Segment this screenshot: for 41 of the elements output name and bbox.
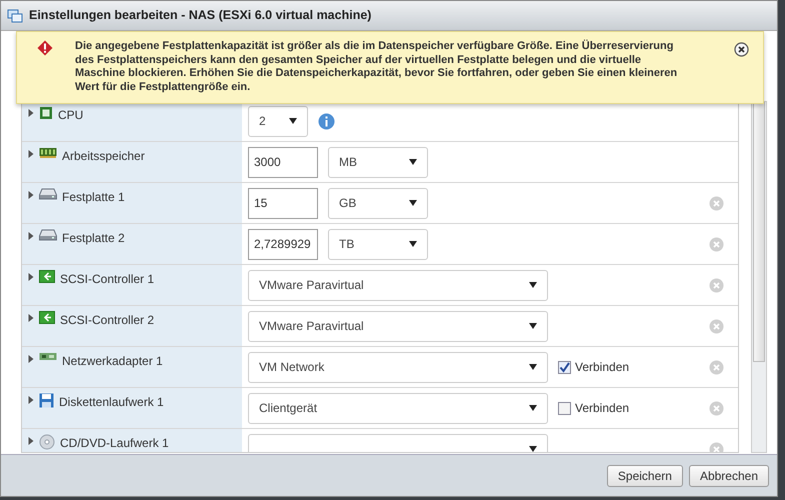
device-label: Arbeitsspeicher xyxy=(62,148,145,165)
type-dropdown[interactable]: VMware Paravirtual xyxy=(248,310,548,342)
expand-arrow-icon[interactable] xyxy=(28,314,34,322)
device-label: Festplatte 2 xyxy=(62,230,125,247)
device-label: Festplatte 1 xyxy=(62,189,125,206)
unit-dropdown[interactable]: TB xyxy=(328,228,428,260)
unit-dropdown[interactable]: MB xyxy=(328,146,428,178)
device-label: CPU xyxy=(58,107,84,124)
cpu-count-dropdown[interactable]: 2 xyxy=(248,106,308,136)
expand-arrow-icon[interactable] xyxy=(28,232,34,240)
device-label: SCSI-Controller 2 xyxy=(60,312,154,329)
size-input[interactable]: 15 xyxy=(248,188,318,218)
unit-dropdown[interactable]: GB xyxy=(328,188,428,218)
info-icon[interactable] xyxy=(318,112,335,130)
connect-checkbox[interactable]: Verbinden xyxy=(558,399,630,417)
window-icon xyxy=(7,8,23,22)
warning-message: Die angegebene Festplattenkapazität ist größer als die im Datenspeicher verfügbare Größe. Eine Überreservierung des Festplattenspeichers kann den gesamten Speicher auf der virtuellen Festplatte belegen und die virtuelle Maschine blockieren. Erhöhen Sie die Datenspeicherkapazität, bevor Sie fortfahren, oder geben Sie einen kleineren Wert für die Festplattengröße ein. xyxy=(75,40,678,94)
size-input[interactable]: 2,7289929 xyxy=(248,228,318,260)
checkmark-icon xyxy=(559,362,570,372)
type-dropdown[interactable]: VMware Paravirtual xyxy=(248,270,548,300)
expand-arrow-icon[interactable] xyxy=(28,355,34,363)
expand-arrow-icon[interactable] xyxy=(28,191,34,199)
expand-arrow-icon[interactable] xyxy=(28,437,34,445)
size-input[interactable]: 3000 xyxy=(248,146,318,178)
expand-arrow-icon[interactable] xyxy=(28,150,34,158)
dropdown[interactable]: VM Network xyxy=(248,352,548,382)
device-label: CD/DVD-Laufwerk 1 xyxy=(60,435,169,452)
close-icon[interactable] xyxy=(734,42,749,57)
dropdown[interactable]: Clientgerät xyxy=(248,392,548,424)
device-label: Netzwerkadapter 1 xyxy=(62,353,163,370)
device-label: Diskettenlaufwerk 1 xyxy=(59,394,164,411)
connect-checkbox[interactable]: Verbinden xyxy=(558,358,630,376)
expand-arrow-icon[interactable] xyxy=(28,273,34,281)
error-icon xyxy=(37,40,53,56)
device-label: SCSI-Controller 1 xyxy=(60,271,154,288)
window-title: Einstellungen bearbeiten - NAS (ESXi 6.0 virtual machine) xyxy=(29,7,372,24)
scrollbar[interactable] xyxy=(751,101,767,453)
expand-arrow-icon[interactable] xyxy=(28,109,34,117)
cancel-button[interactable]: Abbrechen xyxy=(688,464,769,486)
expand-arrow-icon[interactable] xyxy=(28,396,34,404)
save-button[interactable]: Speichern xyxy=(606,464,683,486)
